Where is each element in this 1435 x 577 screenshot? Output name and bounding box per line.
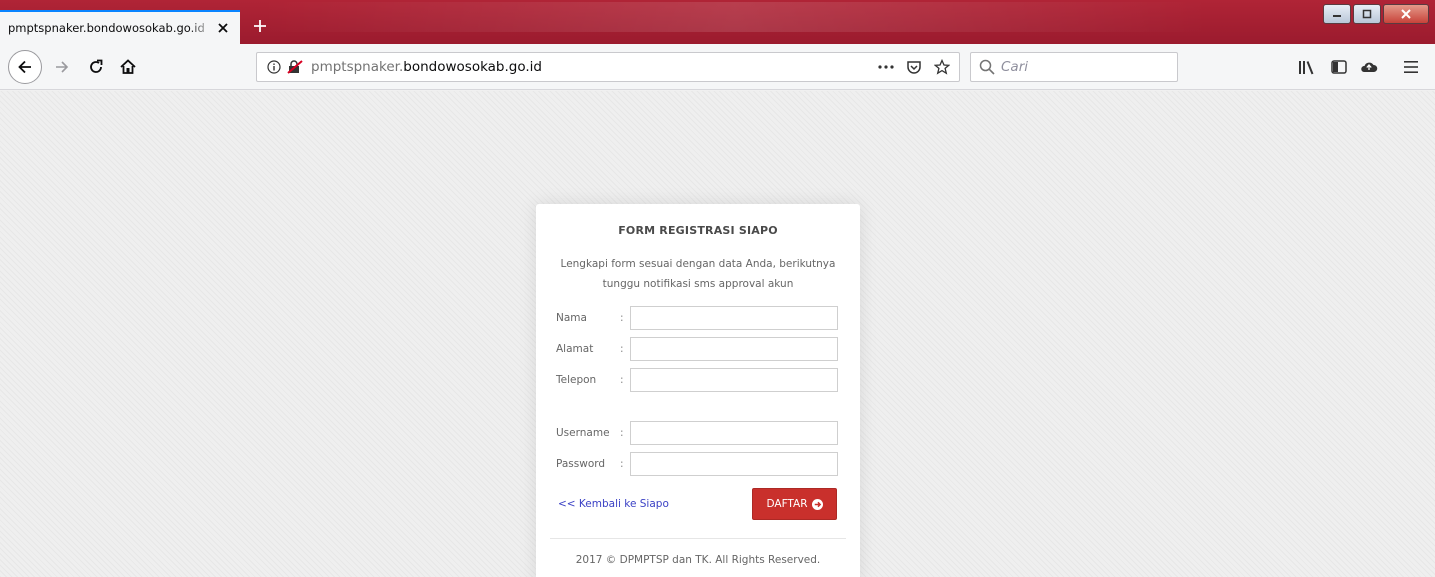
alamat-colon: :	[620, 343, 624, 355]
home-button[interactable]	[114, 53, 142, 81]
url-identity[interactable]	[257, 60, 303, 74]
field-row-username: Username :	[556, 421, 838, 445]
minimize-icon	[1333, 15, 1341, 17]
close-window-button[interactable]	[1383, 4, 1429, 24]
insecure-lock-icon[interactable]	[287, 60, 303, 74]
plus-icon	[254, 20, 266, 32]
search-icon	[979, 59, 995, 75]
sync-button[interactable]	[1356, 53, 1382, 81]
reload-icon	[90, 59, 103, 73]
sidebar-button[interactable]	[1326, 53, 1352, 81]
restore-icon	[1362, 9, 1372, 19]
sidebar-icon	[1331, 60, 1347, 74]
url-subdomain: pmptspnaker.	[311, 59, 404, 75]
username-input[interactable]	[630, 421, 838, 445]
forward-arrow-icon	[56, 61, 69, 73]
telepon-input[interactable]	[630, 368, 838, 392]
navigation-toolbar: pmptspnaker.bondowosokab.go.id Cari	[0, 44, 1435, 90]
url-domain: bondowosokab.go.id	[403, 59, 542, 75]
url-bar[interactable]: pmptspnaker.bondowosokab.go.id	[256, 52, 960, 82]
home-icon	[120, 59, 136, 74]
page-actions	[875, 56, 953, 78]
page-viewport: FORM REGISTRASI SIAPO Lengkapi form sesu…	[0, 91, 1435, 577]
back-to-siapo-link[interactable]: << Kembali ke Siapo	[558, 498, 669, 510]
daftar-button[interactable]: DAFTAR	[752, 488, 837, 520]
library-icon	[1299, 61, 1314, 75]
alamat-input[interactable]	[630, 337, 838, 361]
arrow-circle-right-icon	[811, 498, 823, 510]
star-icon[interactable]	[931, 56, 953, 78]
telepon-colon: :	[620, 374, 624, 386]
tab-title: pmptspnaker.bondowosokab.go.id	[8, 21, 205, 35]
field-row-alamat: Alamat :	[556, 337, 838, 361]
field-row-nama: Nama :	[556, 306, 838, 330]
search-bar[interactable]: Cari	[970, 52, 1178, 82]
library-button[interactable]	[1294, 53, 1320, 81]
hamburger-icon	[1404, 61, 1418, 73]
registration-card: FORM REGISTRASI SIAPO Lengkapi form sesu…	[536, 204, 860, 577]
footer-divider	[550, 538, 846, 539]
back-button[interactable]	[8, 50, 42, 84]
close-icon[interactable]	[214, 19, 232, 37]
username-label: Username	[556, 427, 610, 439]
nama-input[interactable]	[630, 306, 838, 330]
alamat-label: Alamat	[556, 343, 594, 355]
password-colon: :	[620, 458, 624, 470]
close-window-icon	[1401, 9, 1411, 19]
pocket-icon[interactable]	[903, 56, 925, 78]
nama-colon: :	[620, 312, 624, 324]
password-label: Password	[556, 458, 606, 470]
search-placeholder: Cari	[1001, 59, 1028, 75]
form-title: FORM REGISTRASI SIAPO	[618, 224, 778, 237]
new-tab-button[interactable]	[248, 14, 272, 38]
url-text[interactable]: pmptspnaker.bondowosokab.go.id	[311, 59, 542, 75]
window-controls	[1321, 4, 1429, 24]
menu-button[interactable]	[1398, 53, 1424, 81]
titlebar-glare	[260, 2, 1210, 32]
info-icon[interactable]	[267, 60, 281, 74]
nama-label: Nama	[556, 312, 587, 324]
telepon-label: Telepon	[556, 374, 597, 386]
field-row-password: Password :	[556, 452, 838, 476]
forward-button[interactable]	[48, 53, 76, 81]
daftar-label: DAFTAR	[766, 498, 808, 510]
form-description: Lengkapi form sesuai dengan data Anda, b…	[560, 258, 836, 290]
field-row-telepon: Telepon :	[556, 368, 838, 392]
password-input[interactable]	[630, 452, 838, 476]
cloud-icon	[1361, 62, 1378, 72]
reload-button[interactable]	[82, 53, 110, 81]
tab-active[interactable]: pmptspnaker.bondowosokab.go.id	[0, 10, 240, 44]
minimize-button[interactable]	[1323, 4, 1351, 24]
maximize-button[interactable]	[1353, 4, 1381, 24]
browser-titlebar: pmptspnaker.bondowosokab.go.id	[0, 0, 1435, 44]
back-arrow-icon	[18, 60, 31, 74]
copyright-footer: 2017 © DPMPTSP dan TK. All Rights Reserv…	[575, 554, 821, 566]
username-colon: :	[620, 427, 624, 439]
more-icon[interactable]	[875, 56, 897, 78]
